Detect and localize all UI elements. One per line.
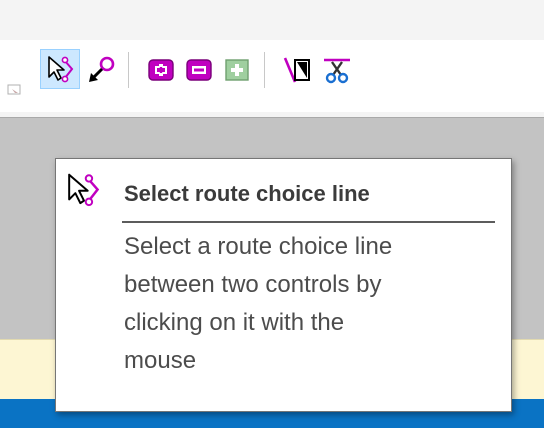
title-bar-strip <box>0 0 544 40</box>
cut-button[interactable] <box>316 49 356 89</box>
tooltip-divider <box>122 221 495 223</box>
select-route-choice-line-button[interactable] <box>40 49 80 89</box>
line-tool-icon <box>283 57 310 83</box>
move-control-button[interactable] <box>80 49 120 89</box>
move-control-arrow-icon <box>89 56 115 82</box>
scissors-icon <box>324 58 350 84</box>
tooltip-description-line: between two controls by <box>124 271 382 298</box>
add-plus-green-icon <box>225 59 249 81</box>
add-plus-icon <box>148 59 174 81</box>
remove-control-button[interactable] <box>178 49 218 89</box>
tooltip-description-line: mouse <box>124 347 197 374</box>
tooltip-title: Select route choice line <box>124 181 370 206</box>
select-route-choice-line-icon <box>68 173 100 207</box>
draw-line-button[interactable] <box>276 49 316 89</box>
remove-minus-icon <box>186 59 212 81</box>
add-control-button[interactable] <box>140 49 180 89</box>
add-control-disabled-button[interactable] <box>216 49 256 89</box>
partial-toolbar-icon[interactable] <box>6 83 24 97</box>
tooltip-description-line: Select a route choice line <box>124 233 393 260</box>
tooltip-description-line: clicking on it with the <box>124 309 345 336</box>
toolbar <box>0 40 544 112</box>
toolbar-separator <box>264 52 265 88</box>
toolbar-separator <box>128 52 129 88</box>
select-route-choice-line-icon <box>48 56 74 83</box>
tooltip: Select route choice line Select a route … <box>55 158 512 412</box>
